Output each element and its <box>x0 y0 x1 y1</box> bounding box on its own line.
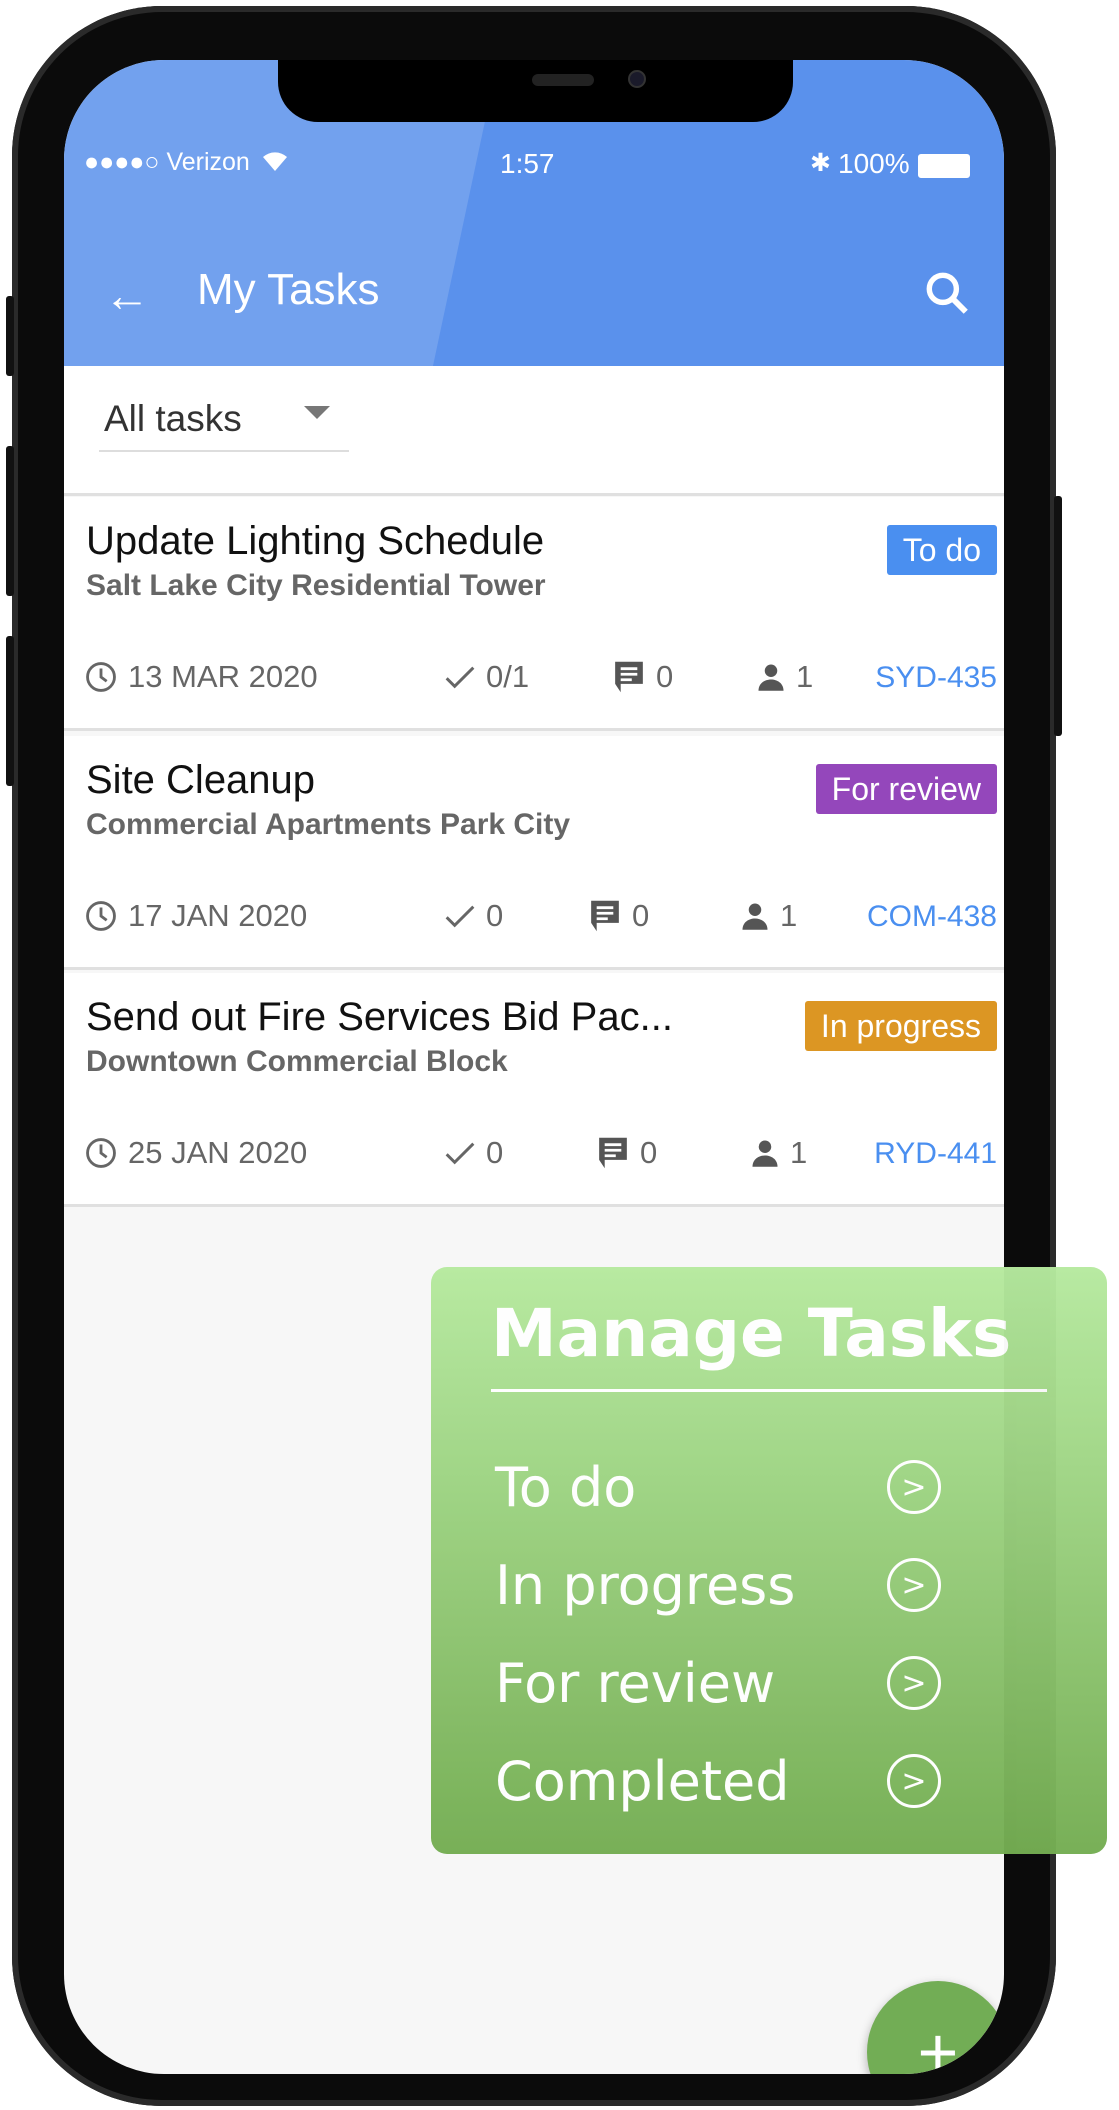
checklist-text: 0 <box>486 898 504 933</box>
due-date: 17 JAN 2020 <box>84 898 307 934</box>
checklist-text: 0/1 <box>486 659 530 694</box>
task-title: Update Lighting Schedule <box>86 519 545 563</box>
filter-selected: All tasks <box>104 398 242 439</box>
notch <box>278 60 793 122</box>
chevron-right-circle-icon: > <box>887 1460 941 1514</box>
status-badge: To do <box>886 525 997 575</box>
chevron-right-circle-icon: > <box>887 1656 941 1710</box>
panel-item-for-review[interactable]: For review > <box>495 1643 941 1723</box>
arrow-left-icon[interactable]: ← <box>104 272 150 318</box>
comment-count: 0 <box>588 898 649 934</box>
add-task-button[interactable]: + <box>867 1981 1004 2074</box>
assignees-text: 1 <box>790 1135 808 1170</box>
date-text: 17 JAN 2020 <box>128 898 308 933</box>
task-title: Send out Fire Services Bid Pac... <box>86 995 673 1039</box>
speaker <box>532 74 594 86</box>
item-label: To do <box>495 1455 637 1519</box>
checklist-count: 0 <box>444 1135 503 1171</box>
carrier-signal: ●●●●○ Verizon <box>84 148 250 176</box>
checklist-text: 0 <box>486 1135 504 1170</box>
check-icon <box>445 905 475 928</box>
assignees-text: 1 <box>780 898 798 933</box>
clock-icon <box>86 901 116 931</box>
volume-down-button <box>6 636 14 786</box>
panel-item-in-progress[interactable]: In progress > <box>495 1545 941 1625</box>
check-icon <box>445 1142 475 1165</box>
person-icon <box>742 903 768 930</box>
panel-title: Manage Tasks <box>491 1295 1012 1372</box>
comments-text: 0 <box>632 898 650 933</box>
comments-text: 0 <box>656 659 674 694</box>
comment-icon <box>615 661 643 693</box>
volume-up-button <box>6 446 14 596</box>
date-text: 25 JAN 2020 <box>128 1135 308 1170</box>
filter-bar: All tasks <box>64 366 1004 496</box>
manage-tasks-panel: Manage Tasks To do > In progress > For rev… <box>431 1267 1107 1854</box>
dropdown-caret-icon <box>304 406 330 419</box>
panel-item-completed[interactable]: Completed > <box>495 1741 941 1821</box>
chevron-right-circle-icon: > <box>887 1754 941 1808</box>
task-id-link[interactable]: COM-438 <box>867 900 997 934</box>
task-project: Downtown Commercial Block <box>86 1045 508 1078</box>
task-card[interactable]: Send out Fire Services Bid Pac... Downto… <box>64 973 1004 1207</box>
clock-icon <box>86 662 116 692</box>
task-filter-dropdown[interactable]: All tasks <box>99 388 349 452</box>
title-underline <box>491 1389 1047 1392</box>
assignee-count: 1 <box>756 659 813 695</box>
mute-switch <box>6 296 14 376</box>
item-label: In progress <box>495 1553 796 1617</box>
item-label: Completed <box>495 1749 790 1813</box>
task-title: Site Cleanup <box>86 758 316 802</box>
clock-time: 1:57 <box>500 148 555 179</box>
panel-item-to-do[interactable]: To do > <box>495 1447 941 1527</box>
assignees-text: 1 <box>796 659 814 694</box>
comment-icon <box>591 900 619 932</box>
power-button <box>1054 496 1062 736</box>
checklist-count: 0 <box>444 898 503 934</box>
task-id-link[interactable]: RYD-441 <box>874 1137 997 1171</box>
task-project: Commercial Apartments Park City <box>86 808 571 841</box>
battery-icon <box>918 154 970 178</box>
status-badge: For review <box>815 764 997 814</box>
task-card[interactable]: Site Cleanup Commercial Apartments Park … <box>64 736 1004 970</box>
date-text: 13 MAR 2020 <box>128 659 318 694</box>
item-label: For review <box>495 1651 776 1715</box>
comment-count: 0 <box>596 1135 657 1171</box>
status-badge: In progress <box>804 1001 997 1051</box>
assignee-count: 1 <box>750 1135 807 1171</box>
chevron-right-circle-icon: > <box>887 1558 941 1612</box>
battery-percent: 100% <box>838 148 910 179</box>
due-date: 13 MAR 2020 <box>84 659 318 695</box>
wifi-icon <box>263 152 287 171</box>
checklist-count: 0/1 <box>444 659 529 695</box>
person-icon <box>752 1140 778 1167</box>
clock-icon <box>86 1138 116 1168</box>
search-icon[interactable] <box>922 268 972 318</box>
due-date: 25 JAN 2020 <box>84 1135 307 1171</box>
comments-text: 0 <box>640 1135 658 1170</box>
task-project: Salt Lake City Residential Tower <box>86 569 546 602</box>
person-icon <box>758 664 784 691</box>
comment-count: 0 <box>612 659 673 695</box>
page-title: My Tasks <box>197 265 380 314</box>
check-icon <box>445 666 475 689</box>
task-card[interactable]: Update Lighting Schedule Salt Lake City … <box>64 497 1004 731</box>
bluetooth-icon: ✱ <box>810 149 831 177</box>
task-id-link[interactable]: SYD-435 <box>875 661 997 695</box>
camera <box>628 70 646 88</box>
assignee-count: 1 <box>740 898 797 934</box>
comment-icon <box>599 1137 627 1169</box>
